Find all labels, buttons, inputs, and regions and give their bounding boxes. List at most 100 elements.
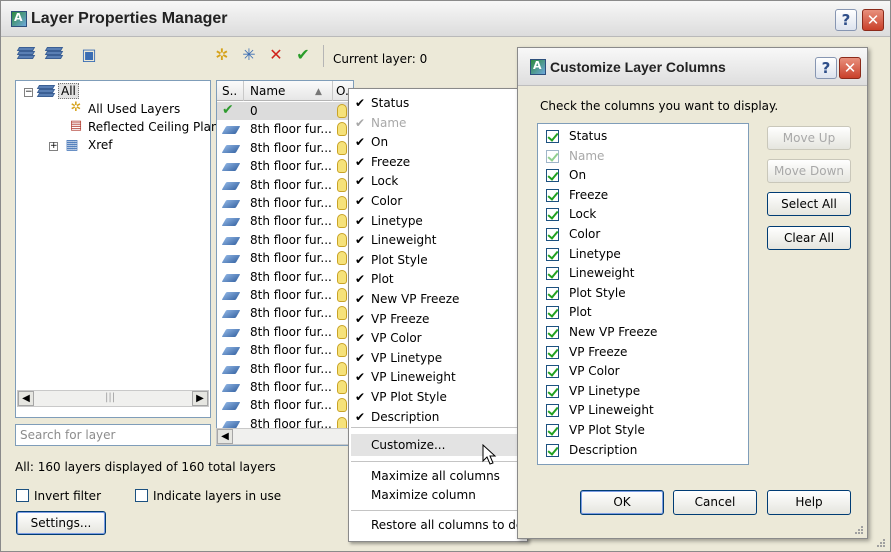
delete-layer-icon[interactable]: ✕ [266,46,286,64]
layer-row[interactable]: 8th floor fur... [217,120,353,138]
layer-on-bulb-icon[interactable] [337,398,347,413]
ok-button[interactable]: OK [580,490,664,515]
tree-item-xref[interactable]: Xref [88,138,113,152]
layer-on-bulb-icon[interactable] [337,159,347,174]
column-checkbox-lock[interactable] [546,208,559,222]
search-layer-input[interactable]: Search for layer [15,424,211,446]
layer-row[interactable]: 8th floor fur... [217,360,353,378]
dialog-resize-grip[interactable] [853,524,865,536]
layer-row[interactable]: 8th floor fur... [217,341,353,359]
new-layer-icon[interactable]: ✲ [212,46,232,64]
layer-row[interactable]: 8th floor fur... [217,139,353,157]
layer-name-cell[interactable]: 8th floor fur... [250,288,332,302]
layer-on-bulb-icon[interactable] [337,214,347,229]
main-close-button[interactable]: ✕ [862,9,884,31]
scroll-left-arrow-icon[interactable]: ◀ [18,391,34,406]
menu-item-maximize-column[interactable]: Maximize column [371,488,476,502]
new-group-filter-icon[interactable] [44,47,64,61]
menu-item-column-lock[interactable]: Lock [371,174,398,188]
layer-row[interactable]: 8th floor fur... [217,378,353,396]
column-checkbox-lineweight[interactable] [546,267,559,281]
layer-name-cell[interactable]: 8th floor fur... [250,325,332,339]
layer-on-bulb-icon[interactable] [337,232,347,247]
list-scroll-left-arrow-icon[interactable]: ◀ [217,429,233,444]
tree-expand-xref[interactable]: + [49,142,58,151]
layer-name-cell[interactable]: 8th floor fur... [250,178,332,192]
layer-on-bulb-icon[interactable] [337,380,347,394]
indicate-layers-in-use-checkbox[interactable] [135,489,148,502]
layer-name-cell[interactable]: 8th floor fur... [250,398,332,412]
column-checkbox-status[interactable] [546,130,559,143]
layer-states-icon[interactable]: ▣ [79,46,99,64]
column-checkbox-vp-freeze[interactable] [546,345,559,359]
layer-name-cell[interactable]: 8th floor fur... [250,362,332,376]
column-checkbox-vp-linetype[interactable] [546,384,559,398]
layer-name-cell[interactable]: 8th floor fur... [250,196,332,210]
dialog-help-icon-button[interactable]: ? [815,57,837,79]
layer-name-cell[interactable]: 8th floor fur... [250,141,332,155]
menu-item-column-new-vp-freeze[interactable]: New VP Freeze [371,292,459,306]
menu-item-column-vp-linetype[interactable]: VP Linetype [371,351,442,365]
tree-item-all[interactable]: All [58,83,79,99]
layer-on-bulb-icon[interactable] [337,269,347,284]
layer-row[interactable]: 8th floor fur... [217,194,353,212]
menu-item-customize[interactable]: Customize... [371,438,445,452]
layer-row[interactable]: 8th floor fur... [217,268,353,286]
tree-collapse-toggle[interactable]: − [24,88,33,97]
column-checkbox-vp-lineweight[interactable] [546,404,559,418]
menu-item-column-description[interactable]: Description [371,410,439,424]
layer-on-bulb-icon[interactable] [337,140,347,155]
dialog-titlebar[interactable]: Customize Layer Columns ? ✕ [518,48,867,86]
layer-row[interactable]: 8th floor fur... [217,286,353,304]
clear-all-button[interactable]: Clear All [767,226,851,250]
invert-filter-checkbox[interactable] [16,489,29,502]
layer-on-bulb-icon[interactable] [337,177,347,192]
menu-item-column-lineweight[interactable]: Lineweight [371,233,436,247]
menu-item-column-vp-color[interactable]: VP Color [371,331,422,345]
column-checkbox-freeze[interactable] [546,188,559,202]
menu-item-column-linetype[interactable]: Linetype [371,214,423,228]
menu-item-column-on[interactable]: On [371,135,388,149]
help-button[interactable]: Help [767,490,851,515]
new-property-filter-icon[interactable] [16,47,36,61]
menu-item-maximize-all-columns[interactable]: Maximize all columns [371,469,500,483]
layer-name-cell[interactable]: 8th floor fur... [250,159,332,173]
menu-item-column-vp-freeze[interactable]: VP Freeze [371,312,429,326]
column-checkbox-plot-style[interactable] [546,286,559,300]
new-layer-vp-frozen-icon[interactable]: ✳ [239,46,259,64]
menu-item-column-vp-lineweight[interactable]: VP Lineweight [371,370,456,384]
menu-item-column-vp-plot-style[interactable]: VP Plot Style [371,390,447,404]
layer-name-cell[interactable]: 8th floor fur... [250,233,332,247]
column-checkbox-new-vp-freeze[interactable] [546,326,559,339]
layer-on-bulb-icon[interactable] [337,122,347,137]
layer-name-cell[interactable]: 8th floor fur... [250,380,332,394]
main-help-button[interactable]: ? [835,9,857,31]
layer-on-bulb-icon[interactable] [337,324,347,339]
layer-on-bulb-icon[interactable] [337,361,347,376]
move-down-button[interactable]: Move Down [767,159,851,183]
tree-item-all-used-layers[interactable]: All Used Layers [88,102,180,116]
layer-row[interactable]: 8th floor fur... [217,396,353,414]
menu-item-column-status[interactable]: Status [371,96,409,110]
menu-item-column-freeze[interactable]: Freeze [371,155,410,169]
tree-item-reflected-ceiling-plan[interactable]: Reflected Ceiling Plan [88,120,219,134]
menu-item-restore-columns[interactable]: Restore all columns to defa [371,518,535,532]
scroll-right-arrow-icon[interactable]: ▶ [192,391,208,406]
menu-item-column-plot[interactable]: Plot [371,272,394,286]
set-current-icon[interactable]: ✔ [293,46,313,64]
column-checkbox-vp-plot-style[interactable] [546,424,559,437]
layer-name-cell[interactable]: 8th floor fur... [250,122,332,136]
list-horizontal-scrollbar[interactable]: ◀ [216,428,354,445]
tree-horizontal-scrollbar[interactable]: ◀ ||| ▶ [17,390,209,407]
column-checkbox-description[interactable] [546,443,559,457]
move-up-button[interactable]: Move Up [767,126,851,150]
column-checkbox-vp-color[interactable] [546,365,559,379]
settings-button[interactable]: Settings... [16,511,106,535]
layer-row[interactable]: 8th floor fur... [217,212,353,230]
layer-row[interactable]: 8th floor fur... [217,249,353,267]
column-header-status[interactable]: S.. [222,84,237,98]
column-checkbox-plot[interactable] [546,306,559,320]
select-all-button[interactable]: Select All [767,192,851,216]
layer-on-bulb-icon[interactable] [337,251,347,266]
column-checkbox-linetype[interactable] [546,247,559,261]
